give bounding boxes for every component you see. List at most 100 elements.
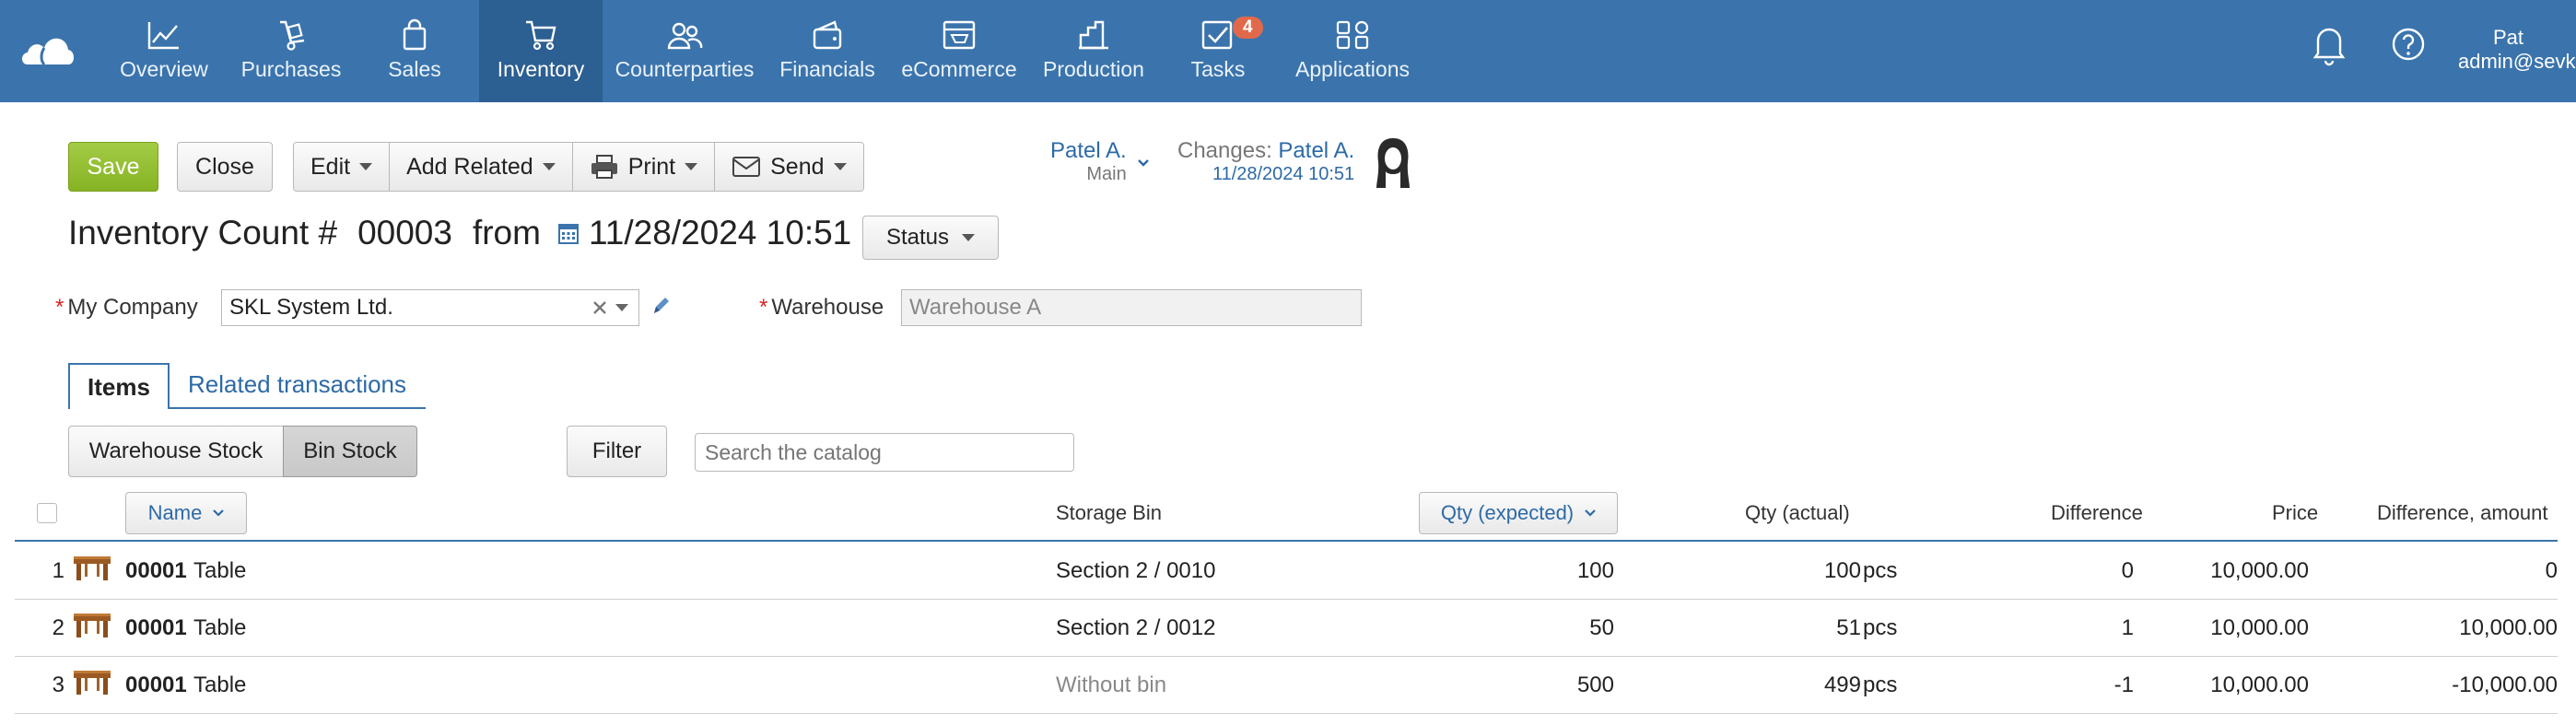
storefront-icon [943, 20, 976, 50]
nav-item-tasks[interactable]: Tasks [1174, 0, 1262, 102]
warehouse-field: Warehouse A [901, 289, 1362, 326]
help-icon[interactable] [2390, 24, 2427, 66]
nav-label: Financials [779, 57, 875, 81]
changes-label: Changes: [1177, 138, 1272, 163]
owner-department: Main [1086, 164, 1127, 184]
nav-item-sales[interactable]: Sales [369, 0, 461, 102]
row-number: 1 [52, 558, 64, 583]
add-related-dropdown-button[interactable]: Add Related [390, 143, 573, 191]
tab-underline [170, 407, 426, 409]
table-furniture-icon [72, 669, 112, 701]
qty-actual[interactable]: 100 [1736, 558, 1861, 584]
qty-expected: 100 [1576, 558, 1614, 583]
print-dropdown-button[interactable]: Print [572, 143, 716, 191]
select-all-checkbox[interactable] [37, 503, 57, 523]
from-label: from [472, 214, 541, 251]
company-select[interactable]: SKL System Ltd. [221, 289, 639, 326]
tab-related-transactions[interactable]: Related transactions [188, 370, 406, 399]
nav-label: Overview [120, 57, 208, 81]
page-title: Inventory Count # [68, 214, 338, 251]
save-button[interactable]: Save [68, 142, 158, 192]
difference: 0 [2121, 558, 2134, 583]
table-row[interactable]: 3 00001 Table Without bin 500 499 pcs -1 10,000.… [15, 656, 2558, 714]
document-title-row: Inventory Count # 00003 from 11/28/2024 … [68, 214, 851, 252]
table-furniture-icon [72, 612, 112, 644]
warehouse-stock-toggle[interactable]: Warehouse Stock [68, 426, 284, 477]
nav-item-inventory[interactable]: Inventory [479, 0, 603, 102]
edit-dropdown-button[interactable]: Edit [294, 143, 391, 191]
tab-items[interactable]: Items [68, 363, 170, 409]
row-number: 3 [52, 672, 64, 697]
owner-selector[interactable]: Patel A. Main [1050, 138, 1127, 185]
product-name[interactable]: Table [193, 558, 246, 584]
price: 10,000.00 [2210, 615, 2309, 640]
storage-bin-header: Storage Bin [1056, 501, 1162, 524]
storage-bin: Section 2 / 0010 [1056, 558, 1216, 583]
nav-label: Tasks [1190, 57, 1246, 81]
nav-item-purchases[interactable]: Purchases [236, 0, 346, 102]
unit: pcs [1863, 615, 1898, 640]
nav-item-ecommerce[interactable]: eCommerce [899, 0, 1019, 102]
nav-item-overview[interactable]: Overview [109, 0, 219, 102]
top-navigation: Overview Purchases Sales Inventory Count… [0, 0, 2576, 102]
user-name: Pat [2493, 26, 2524, 49]
chevron-down-icon [359, 163, 373, 170]
printer-icon [591, 155, 617, 179]
qty-expected-sort-button[interactable]: Qty (expected) [1419, 492, 1618, 534]
chevron-down-icon [685, 163, 698, 170]
nav-item-applications[interactable]: Applications [1290, 0, 1415, 102]
qty-actual-header: Qty (actual) [1745, 501, 1850, 524]
cloud-logo-icon[interactable] [20, 28, 76, 72]
qty-actual[interactable]: 499 [1736, 672, 1861, 698]
nav-label: Production [1043, 57, 1144, 81]
add-related-label: Add Related [406, 153, 533, 180]
send-dropdown-button[interactable]: Send [715, 143, 863, 191]
nav-label: Applications [1294, 57, 1411, 81]
bell-icon[interactable] [2311, 24, 2348, 66]
nav-item-financials[interactable]: Financials [774, 0, 881, 102]
nav-label: Purchases [240, 57, 342, 81]
filter-button[interactable]: Filter [567, 426, 667, 477]
catalog-search-input[interactable] [695, 433, 1074, 472]
table-row[interactable]: 1 00001 Table Section 2 / 0010 100 100 pcs 0 10,… [15, 542, 2558, 600]
chevron-down-icon[interactable] [614, 302, 630, 313]
qty-actual[interactable]: 51 [1736, 615, 1861, 641]
warehouse-label-text: Warehouse [771, 295, 884, 320]
checkbox-icon [1201, 20, 1233, 50]
product-name[interactable]: Table [193, 672, 246, 698]
nav-item-counterparties[interactable]: Counterparties [614, 0, 755, 102]
avatar[interactable] [1373, 134, 1413, 192]
changes-author[interactable]: Patel A. [1278, 138, 1354, 163]
price: 10,000.00 [2210, 558, 2309, 583]
nav-label: Counterparties [615, 57, 755, 81]
owner-name: Patel A. [1050, 138, 1127, 163]
chevron-down-icon [542, 163, 556, 170]
nav-label: Inventory [497, 57, 585, 81]
pencil-edit-icon[interactable] [650, 295, 671, 317]
factory-icon [1079, 20, 1108, 50]
warehouse-field-label: * Warehouse [759, 295, 884, 321]
unit: pcs [1863, 672, 1898, 697]
wallet-icon [813, 20, 842, 50]
required-asterisk: * [759, 295, 768, 320]
nav-label: eCommerce [901, 57, 1017, 81]
close-button[interactable]: Close [177, 142, 273, 192]
company-field-label: * My Company [55, 295, 198, 321]
name-column-sort-button[interactable]: Name [125, 492, 247, 534]
document-datetime[interactable]: 11/28/2024 10:51 [589, 214, 851, 252]
shopping-bag-icon [403, 18, 427, 51]
clear-icon[interactable] [591, 299, 608, 316]
chevron-down-icon [1585, 509, 1596, 517]
table-row[interactable]: 2 00001 Table Section 2 / 0012 50 51 pcs 1 10,00… [15, 599, 2558, 657]
product-name[interactable]: Table [193, 615, 246, 641]
calendar-icon[interactable] [557, 221, 580, 245]
nav-item-production[interactable]: Production [1039, 0, 1148, 102]
status-dropdown-button[interactable]: Status [862, 216, 999, 260]
bin-stock-toggle[interactable]: Bin Stock [283, 426, 417, 477]
user-block[interactable]: Pat admin@sevka [2458, 26, 2576, 74]
chevron-down-icon[interactable] [1137, 158, 1150, 168]
document-number[interactable]: 00003 [357, 214, 452, 252]
difference-header: Difference [2051, 501, 2143, 524]
company-value: SKL System Ltd. [229, 295, 393, 320]
status-label: Status [885, 225, 950, 250]
